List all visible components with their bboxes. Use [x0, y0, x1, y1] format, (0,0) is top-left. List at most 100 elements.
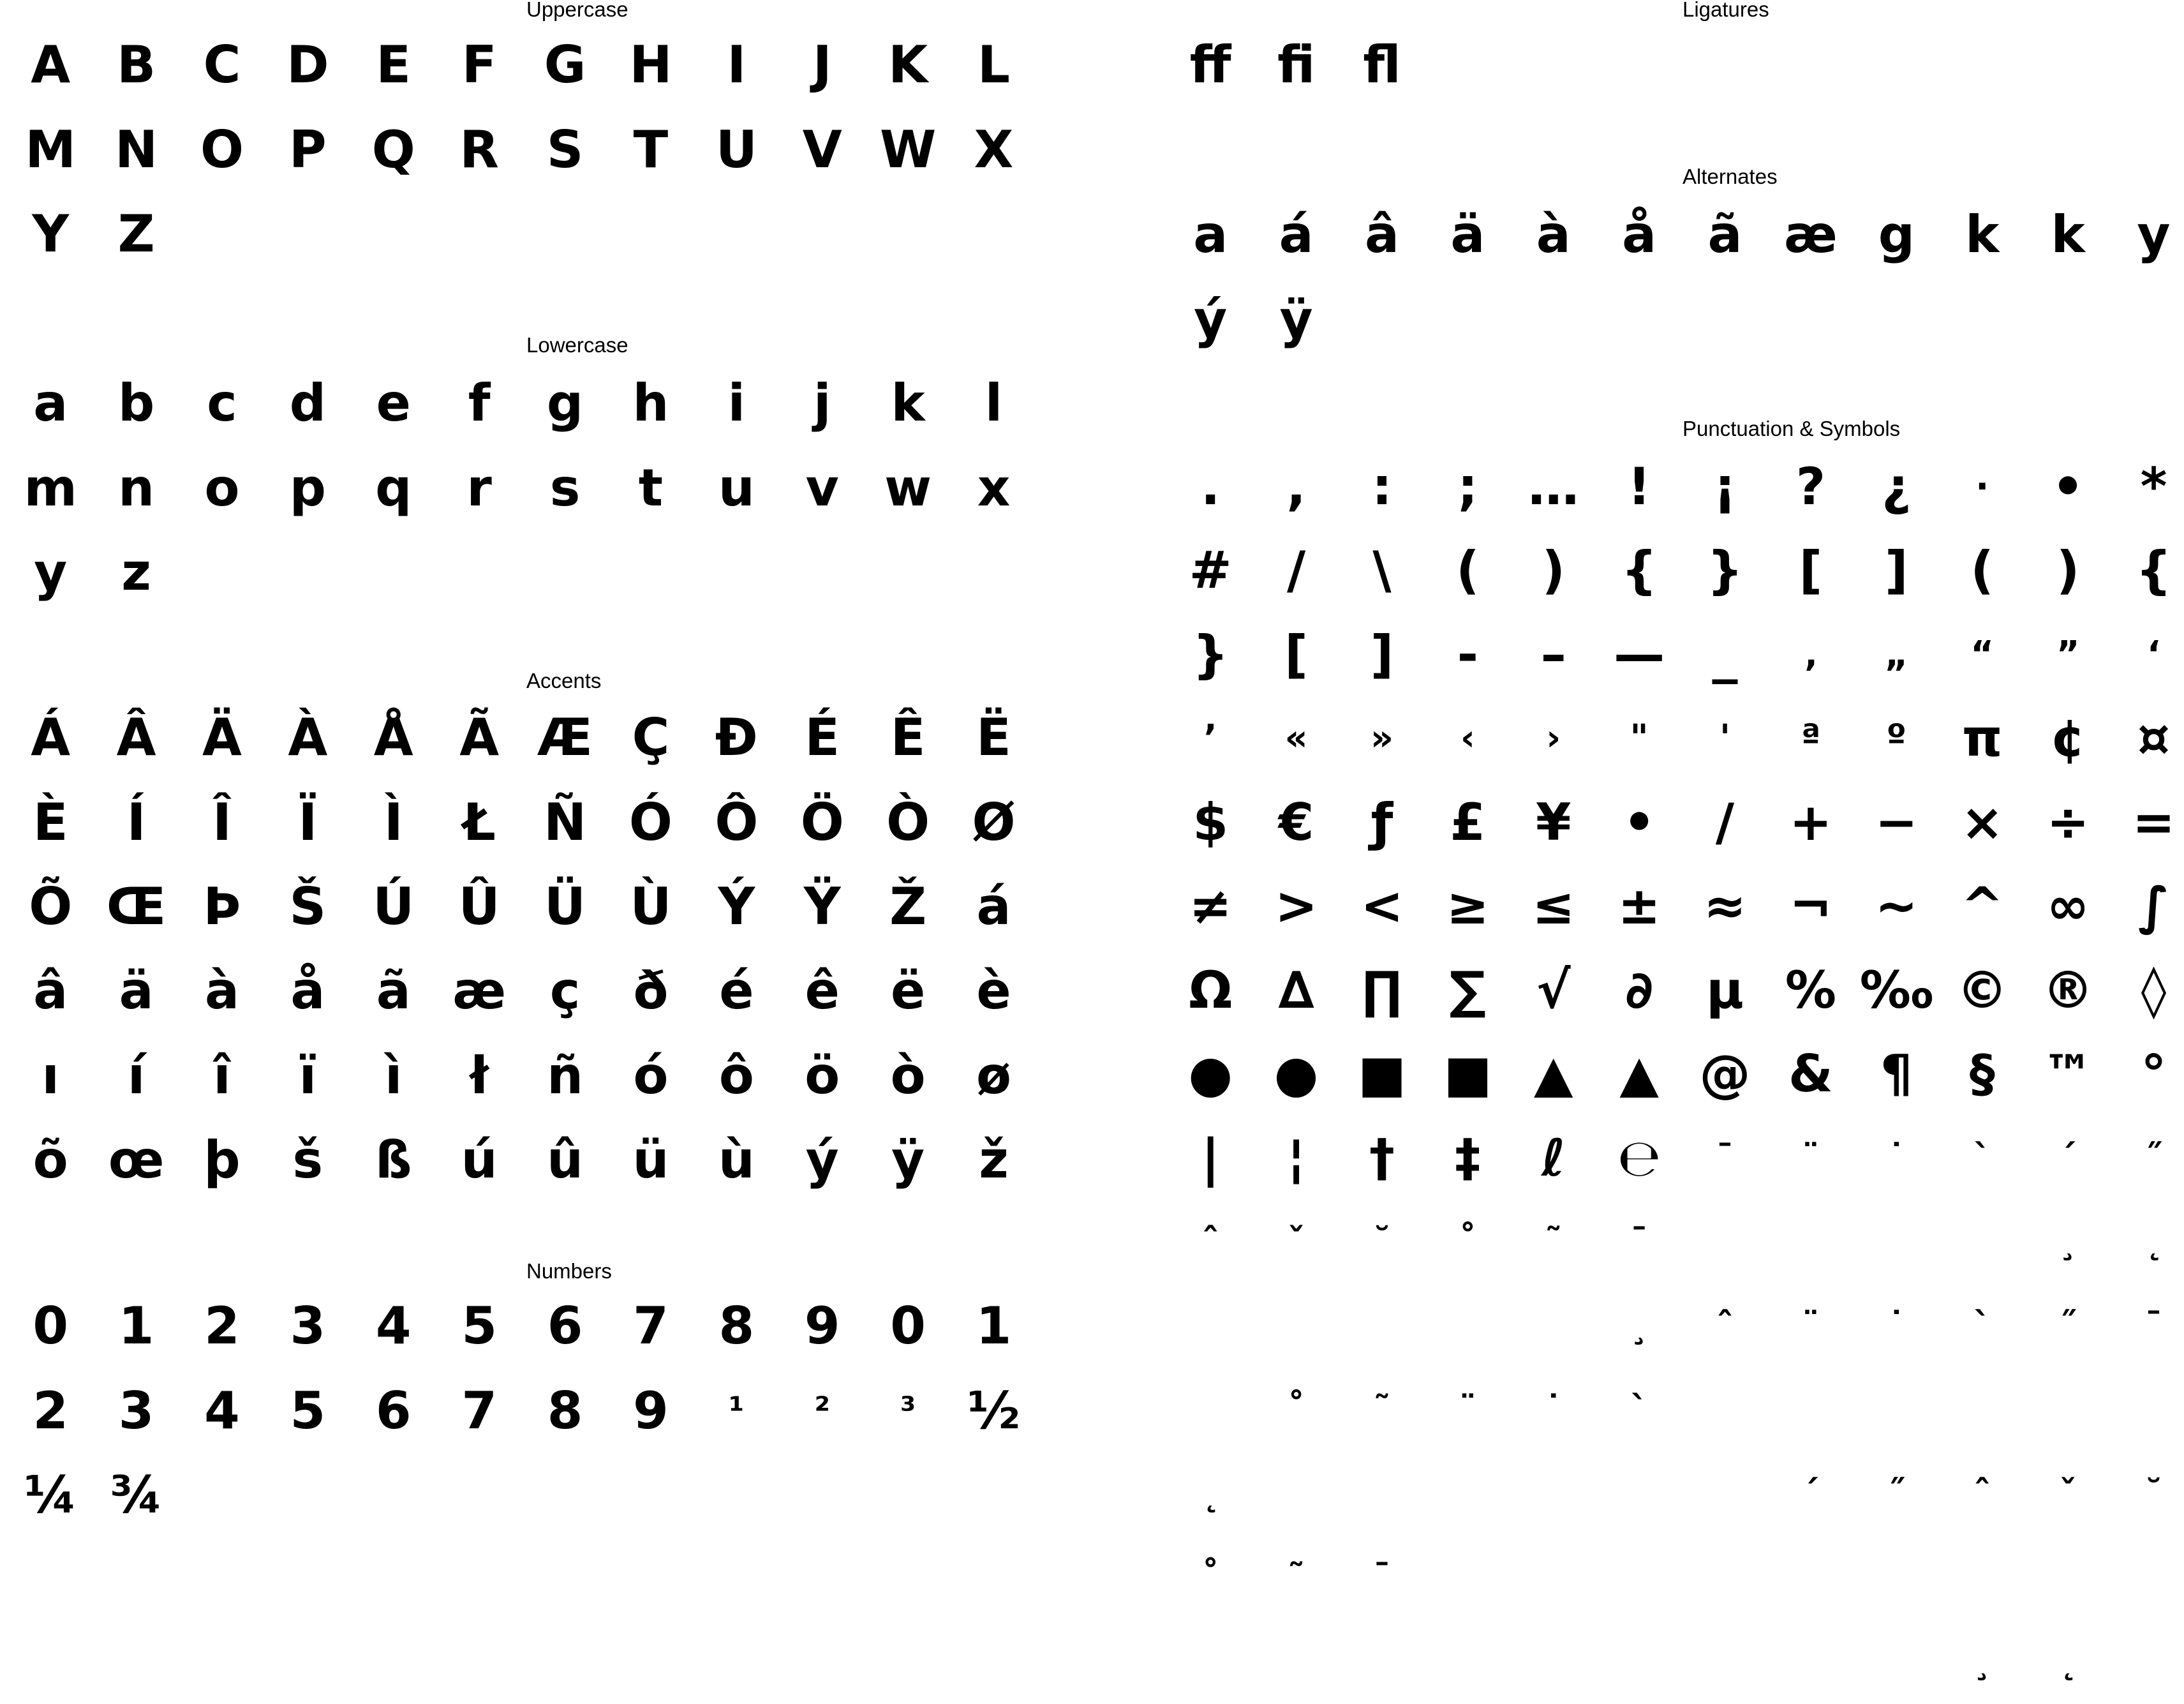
punctuation-glyph: ■: [1443, 1044, 1492, 1104]
accents-glyph: ø: [976, 1045, 1011, 1105]
punctuation-glyph: ∆: [1278, 960, 1314, 1020]
punctuation-glyph: “: [1970, 633, 1995, 675]
lowercase-glyph: k: [891, 373, 925, 433]
accents-glyph: Å: [373, 708, 413, 768]
accents-glyph: ë: [890, 961, 926, 1021]
lowercase-glyph: m: [24, 458, 77, 518]
punctuation-glyph: ¨: [1459, 1389, 1477, 1431]
accents-glyph: Ä: [202, 708, 242, 768]
alternates-glyph: á: [1279, 205, 1314, 265]
punctuation-glyph: ®: [2042, 960, 2094, 1020]
punctuation-glyph: [1682, 1200, 1767, 1285]
punctuation-title: Punctuation & Symbols: [1683, 417, 1901, 440]
numbers-glyph: 4: [204, 1380, 240, 1440]
accents-glyph: Ò: [886, 792, 930, 852]
accents-glyph: ô: [718, 1045, 754, 1105]
lowercase-glyph: g: [546, 373, 584, 433]
alternates-glyph: ä: [1450, 205, 1485, 265]
punctuation-glyph: •: [1623, 792, 1656, 852]
punctuation-glyph: ;: [1457, 456, 1478, 516]
punctuation-glyph: ¶: [1880, 1044, 1913, 1104]
lowercase-glyph: u: [718, 458, 755, 518]
lowercase-glyph: c: [207, 373, 237, 433]
numbers-glyph: 3: [118, 1380, 154, 1440]
punctuation-glyph: [1339, 1620, 1425, 1704]
punctuation-glyph: ℮: [1617, 1128, 1661, 1188]
accents-glyph: Ø: [972, 792, 1016, 852]
accents-glyph: ÿ: [891, 1130, 925, 1190]
accents-glyph: è: [976, 961, 1011, 1021]
accents-glyph: û: [547, 1130, 584, 1190]
punctuation-glyph: |: [1201, 1128, 1220, 1188]
punctuation-glyph: [1768, 1620, 1853, 1704]
numbers-glyph: 7: [461, 1380, 497, 1440]
punctuation-glyph: [1853, 1368, 1939, 1453]
accents-glyph: Ÿ: [803, 876, 841, 936]
alternates-glyph: ã: [1707, 205, 1742, 265]
punctuation-glyph: [1168, 1620, 1253, 1704]
punctuation-glyph: [2111, 1368, 2184, 1453]
accents-glyph: Ý: [718, 876, 755, 936]
punctuation-glyph: `: [1630, 1389, 1649, 1431]
lowercase-glyph: d: [289, 373, 326, 433]
numbers-glyph: 2: [204, 1296, 240, 1356]
uppercase-glyph: Q: [371, 119, 415, 179]
punctuation-glyph: ¸: [1973, 1640, 1991, 1682]
punctuation-glyph: [1940, 1536, 2025, 1620]
accents-glyph: å: [290, 961, 325, 1021]
punctuation-glyph: [1425, 1284, 1510, 1368]
numbers-glyph: 7: [633, 1296, 669, 1356]
punctuation-glyph: ‡: [1455, 1128, 1481, 1188]
punctuation-glyph: ∏: [1362, 960, 1402, 1020]
alternates-glyph: k: [1965, 205, 2000, 265]
punctuation-glyph: ≈: [1704, 876, 1747, 936]
numbers-glyph: ½: [967, 1380, 1020, 1440]
lowercase-glyph: r: [466, 458, 492, 518]
uppercase-glyph: G: [544, 35, 586, 95]
accents-glyph: Ã: [459, 708, 500, 768]
punctuation-glyph: ¦: [1286, 1128, 1306, 1188]
accents-glyph: Ì: [383, 792, 403, 852]
accents-glyph: Đ: [715, 708, 758, 768]
accents-glyph: Í: [126, 792, 146, 852]
accents-glyph: Ž: [889, 876, 927, 936]
punctuation-glyph: ˙: [1544, 1389, 1563, 1431]
uppercase-glyph: O: [200, 119, 244, 179]
accents-glyph: ł: [470, 1045, 489, 1105]
numbers-glyph: 2: [33, 1380, 69, 1440]
punctuation-glyph: >: [1275, 876, 1318, 936]
punctuation-glyph: [1596, 1452, 1682, 1536]
punctuation-glyph: [1682, 1452, 1767, 1536]
accents-glyph: œ: [108, 1130, 165, 1190]
punctuation-glyph: [: [1799, 541, 1823, 601]
lowercase-glyph: p: [289, 458, 326, 518]
punctuation-glyph: ª: [1801, 717, 1821, 759]
accents-glyph: ý: [805, 1130, 839, 1190]
punctuation-glyph: °: [2141, 1044, 2167, 1104]
punctuation-glyph: {: [1621, 541, 1658, 601]
lowercase-glyph: s: [549, 458, 581, 518]
punctuation-glyph: ∑: [1449, 960, 1487, 1020]
numbers-glyph: ¹: [729, 1389, 745, 1431]
punctuation-glyph: ¿: [1882, 456, 1912, 516]
ligatures-glyph: ff: [1189, 35, 1231, 95]
punctuation-glyph: ¯: [2144, 1304, 2163, 1347]
punctuation-glyph: [: [1284, 624, 1308, 684]
punctuation-glyph: ’: [1203, 717, 1217, 759]
punctuation-glyph: ℓ: [1541, 1128, 1566, 1188]
punctuation-grid: .,:; …! ¡? ¿ · • * # / \ () {} [] () {} [] - – — _ ‚ „ “ ” ‘ ’ « » ‹…: [1168, 445, 2184, 1704]
accents-glyph: Ù: [630, 876, 672, 936]
accents-glyph: ù: [718, 1130, 755, 1190]
punctuation-glyph: ˇ: [2059, 1472, 2077, 1514]
punctuation-glyph: `: [1973, 1304, 1991, 1347]
punctuation-glyph: ▲: [1533, 1044, 1573, 1104]
punctuation-glyph: …: [1527, 456, 1579, 516]
accents-glyph: í: [127, 1045, 145, 1105]
punctuation-glyph: ¢: [2050, 708, 2086, 768]
punctuation-glyph: ˚: [1201, 1557, 1220, 1599]
numbers-glyph: 6: [375, 1380, 412, 1440]
punctuation-glyph: «: [1284, 717, 1308, 759]
punctuation-glyph: »: [1370, 717, 1394, 759]
accents-glyph: É: [805, 708, 840, 768]
lowercase-glyph: l: [984, 373, 1003, 433]
